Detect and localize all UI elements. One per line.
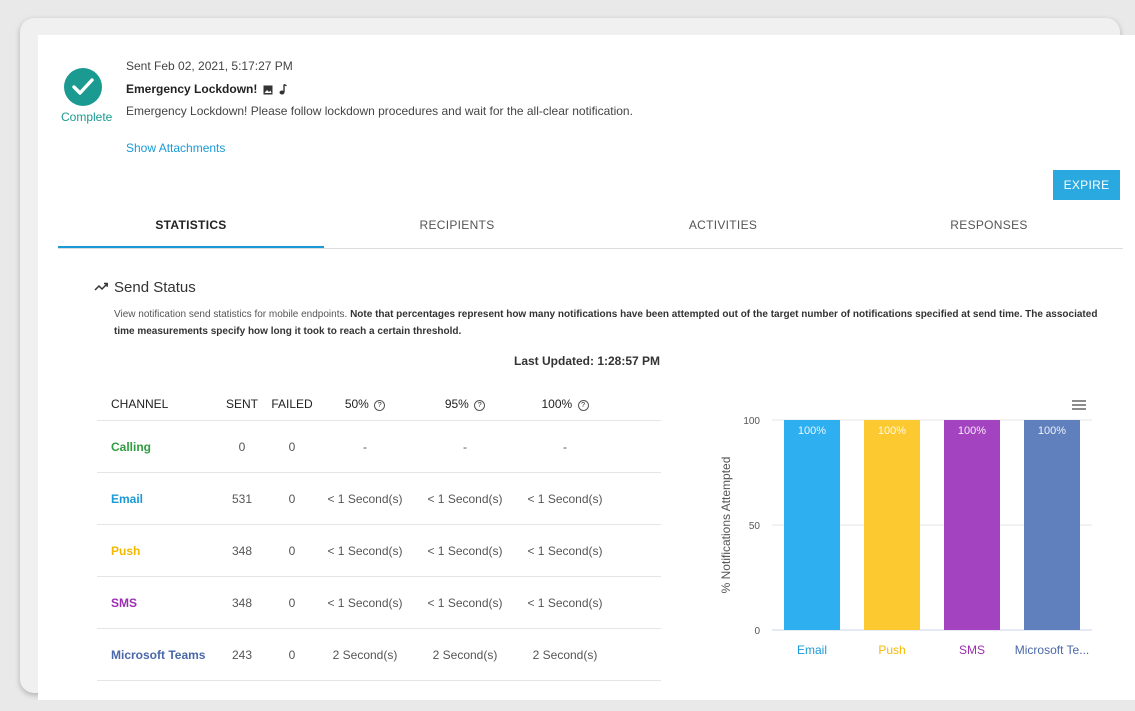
notification-title-row: Emergency Lockdown! [126, 82, 289, 96]
col-header-100: 100% ? [515, 397, 615, 411]
time-50: < 1 Second(s) [327, 543, 403, 558]
tab-bar: STATISTICS RECIPIENTS ACTIVITIES RESPONS… [58, 208, 1123, 249]
time-95: < 1 Second(s) [427, 543, 503, 558]
channel-name: Calling [111, 439, 152, 454]
failed-count: 0 [288, 647, 296, 662]
bar [944, 420, 1000, 630]
col-header-failed: FAILED [271, 397, 313, 411]
time-95: < 1 Second(s) [427, 491, 503, 506]
col-header-95: 95% ? [415, 397, 515, 411]
send-status-table: CHANNEL SENT FAILED 50% ? 95% ? 100% ? C… [97, 388, 661, 681]
sent-count: 348 [231, 543, 253, 558]
col-header-sent: SENT [225, 397, 258, 411]
help-icon[interactable]: ? [374, 400, 386, 411]
table-row: Push 348 0 < 1 Second(s) < 1 Second(s) < 1 Se… [97, 525, 661, 577]
time-95: < 1 Second(s) [427, 595, 503, 610]
channel-name: SMS [111, 595, 138, 610]
music-note-icon [279, 83, 289, 95]
last-updated: Last Updated: 1:28:57 PM [514, 354, 661, 368]
status-label: Complete [61, 110, 113, 124]
table-row: Microsoft Teams 243 0 2 Second(s) 2 Second(s… [97, 629, 661, 681]
bar-data-label: 100% [798, 425, 826, 437]
y-tick-label: 0 [754, 626, 760, 637]
help-icon[interactable]: ? [474, 400, 486, 411]
tab-responses[interactable]: RESPONSES [856, 208, 1122, 248]
x-tick-label: Email [797, 643, 827, 657]
bar [1024, 420, 1080, 630]
x-tick-label: SMS [959, 643, 985, 657]
channel-name: Email [111, 491, 144, 506]
notification-message: Emergency Lockdown! Please follow lockdo… [126, 104, 633, 118]
x-tick-label: Microsoft Te... [1015, 643, 1089, 657]
bar-data-label: 100% [1038, 425, 1066, 437]
complete-check-icon [64, 68, 102, 106]
trending-up-icon [94, 279, 108, 296]
time-95: - [463, 439, 467, 454]
bar [864, 420, 920, 630]
col-header-100-label: 100% [541, 397, 573, 411]
sent-count: 348 [231, 595, 253, 610]
y-tick-label: 100 [743, 416, 760, 427]
failed-count: 0 [288, 543, 296, 558]
channel-name: Push [111, 543, 141, 558]
x-tick-label: Push [878, 643, 905, 657]
tab-activities[interactable]: ACTIVITIES [590, 208, 856, 248]
bar [784, 420, 840, 630]
notification-title: Emergency Lockdown! [126, 82, 258, 96]
sent-timestamp: Sent Feb 02, 2021, 5:17:27 PM [126, 59, 293, 73]
section-description: View notification send statistics for mo… [114, 306, 1114, 340]
time-50: 2 Second(s) [332, 647, 398, 662]
section-title: Send Status [114, 279, 196, 296]
col-header-95-label: 95% [444, 397, 469, 411]
failed-count: 0 [288, 491, 296, 506]
bar-data-label: 100% [878, 425, 906, 437]
time-50: < 1 Second(s) [327, 595, 403, 610]
time-50: - [363, 439, 367, 454]
tab-statistics[interactable]: STATISTICS [58, 208, 324, 248]
section-header: Send Status [94, 279, 196, 296]
time-100: 2 Second(s) [532, 647, 598, 662]
time-50: < 1 Second(s) [327, 491, 403, 506]
y-tick-label: 50 [749, 521, 761, 532]
image-icon [263, 84, 273, 95]
time-100: < 1 Second(s) [527, 595, 603, 610]
expire-button[interactable]: EXPIRE [1053, 170, 1120, 200]
show-attachments-link[interactable]: Show Attachments [126, 141, 225, 155]
table-body: Calling 0 0 - - - Email 531 0 < 1 Second(s) < 1 Se… [97, 421, 661, 681]
col-header-channel: CHANNEL [111, 397, 169, 411]
table-row: Email 531 0 < 1 Second(s) < 1 Second(s) < 1 S… [97, 473, 661, 525]
table-row: Calling 0 0 - - - [97, 421, 661, 473]
failed-count: 0 [288, 439, 296, 454]
description-text: View notification send statistics for mo… [114, 309, 351, 320]
col-header-50: 50% ? [315, 397, 415, 411]
table-header-row: CHANNEL SENT FAILED 50% ? 95% ? 100% ? [97, 388, 661, 421]
sent-count: 531 [231, 491, 253, 506]
time-100: < 1 Second(s) [527, 491, 603, 506]
table-row: SMS 348 0 < 1 Second(s) < 1 Second(s) < 1 Sec… [97, 577, 661, 629]
channel-name: Microsoft Teams [111, 647, 206, 662]
notifications-bar-chart: 0 50 100 % Notifications Attempted 100% Email… [719, 416, 1092, 657]
help-icon[interactable]: ? [577, 400, 589, 411]
time-100: < 1 Second(s) [527, 543, 603, 558]
col-header-50-label: 50% [344, 397, 369, 411]
bar-data-label: 100% [958, 425, 986, 437]
sent-count: 243 [231, 647, 253, 662]
time-100: - [563, 439, 567, 454]
tab-recipients[interactable]: RECIPIENTS [324, 208, 590, 248]
y-axis-label: % Notifications Attempted [719, 457, 733, 594]
time-95: 2 Second(s) [432, 647, 498, 662]
failed-count: 0 [288, 595, 296, 610]
sent-count: 0 [238, 439, 246, 454]
